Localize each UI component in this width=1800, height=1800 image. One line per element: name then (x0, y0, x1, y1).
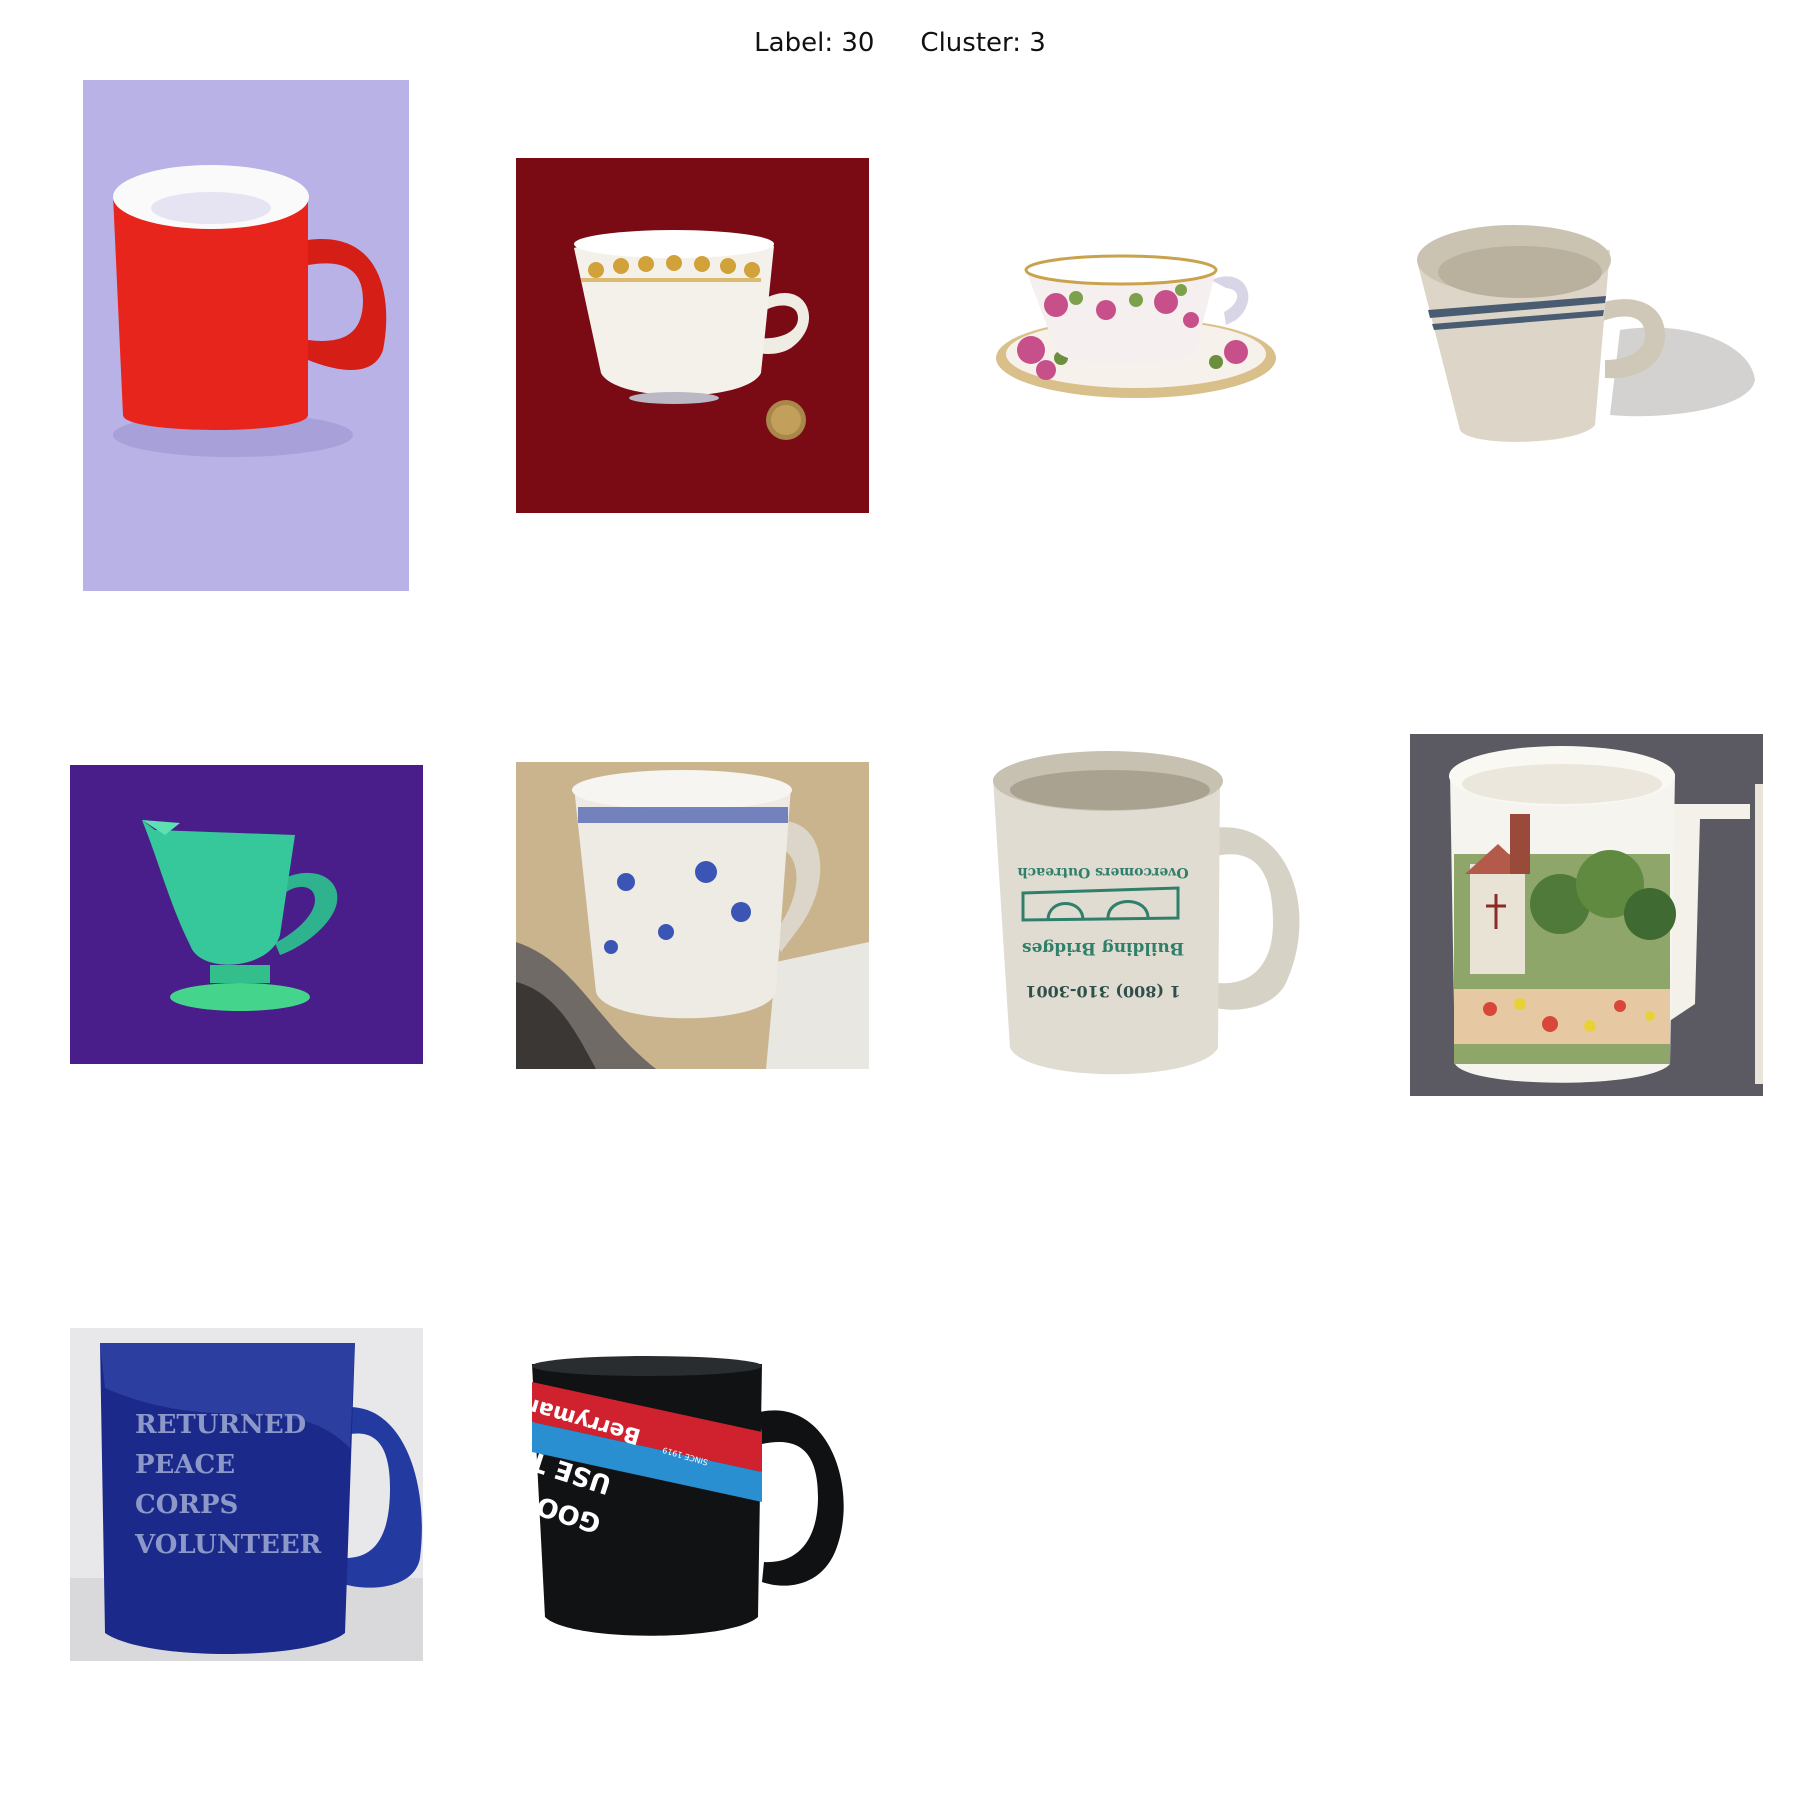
mug-print-line2: PEACE (135, 1450, 235, 1480)
label-text: Label: 30 (754, 28, 875, 58)
image-overcomers-mug: Overcomers Outreach Building Bridges 1 (… (988, 748, 1318, 1084)
mug-print-line3: 1 (800) 310-3001 (1025, 982, 1180, 1001)
mug-print-line4: VOLUNTEER (134, 1530, 322, 1560)
image-beige-mug (1410, 210, 1758, 462)
image-red-mug (83, 80, 409, 591)
image-church-mug (1410, 734, 1763, 1096)
mug-print-line1: RETURNED (135, 1410, 306, 1440)
mug-print-line2: Building Bridges (1022, 938, 1184, 958)
figure-title: Label: 30 Cluster: 3 (0, 28, 1800, 58)
cluster-text: Cluster: 3 (920, 28, 1046, 58)
image-blue-glass-mug: RETURNED PEACE CORPS VOLUNTEER (70, 1328, 423, 1661)
image-floral-cup-cat (516, 762, 869, 1069)
mug-print-line1: Overcomers Outreach (1017, 864, 1188, 880)
image-green-creamer (70, 765, 423, 1064)
image-berryman-mug: Berryman SINCE 1919 USE THE GOOD STUFF (530, 1352, 860, 1642)
image-white-teacup (516, 158, 869, 513)
mug-print-line3: CORPS (135, 1490, 238, 1520)
image-rose-teacup (986, 240, 1294, 464)
